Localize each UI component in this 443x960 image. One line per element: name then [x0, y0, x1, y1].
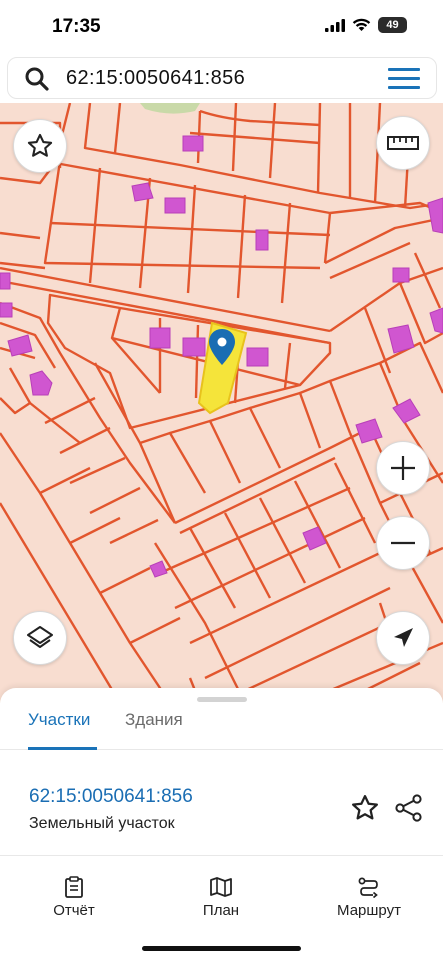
- parcel-number-link[interactable]: 62:15:0050641:856: [29, 786, 193, 808]
- status-bar: 17:35 49: [0, 0, 443, 54]
- status-icons: 49: [325, 17, 407, 33]
- search-input[interactable]: 62:15:0050641:856: [66, 67, 245, 90]
- map-canvas[interactable]: [0, 103, 443, 703]
- parcel-type: Земельный участок: [29, 815, 175, 832]
- search-icon[interactable]: [24, 66, 50, 92]
- nav-route-label: Маршрут: [337, 902, 401, 919]
- zoom-out-button[interactable]: [376, 516, 430, 570]
- bottom-navigation: Отчёт План Маршрут: [0, 866, 443, 926]
- nav-report-label: Отчёт: [53, 902, 95, 919]
- zoom-in-icon: [391, 456, 415, 480]
- nav-report[interactable]: Отчёт: [19, 866, 129, 919]
- layers-button[interactable]: [13, 611, 67, 665]
- map-plan-icon: [210, 877, 232, 897]
- ruler-button[interactable]: [376, 116, 430, 170]
- parcel-list-item[interactable]: 62:15:0050641:856 Земельный участок: [0, 760, 443, 856]
- wifi-icon: [352, 18, 371, 31]
- battery-indicator: 49: [378, 17, 407, 33]
- tab-buildings[interactable]: Здания: [125, 708, 183, 750]
- nav-route[interactable]: Маршрут: [314, 866, 424, 919]
- nav-plan[interactable]: План: [166, 866, 276, 919]
- tab-parcels[interactable]: Участки: [28, 708, 97, 750]
- locate-button[interactable]: [376, 611, 430, 665]
- zoom-in-button[interactable]: [376, 441, 430, 495]
- tab-bar: Участки Здания: [0, 708, 443, 750]
- share-icon[interactable]: [394, 793, 424, 823]
- route-icon: [358, 877, 378, 898]
- home-indicator: [142, 946, 301, 951]
- zoom-out-icon: [391, 541, 415, 545]
- status-time: 17:35: [52, 16, 101, 37]
- cellular-signal-icon: [325, 18, 345, 32]
- bottom-sheet: Участки Здания 62:15:0050641:856 Земельн…: [0, 688, 443, 960]
- ruler-icon: [387, 136, 419, 150]
- nav-plan-label: План: [202, 902, 240, 919]
- favorite-icon[interactable]: [350, 793, 380, 823]
- search-bar[interactable]: 62:15:0050641:856: [7, 57, 437, 99]
- layers-icon: [27, 626, 53, 648]
- report-icon: [65, 876, 83, 898]
- cadastral-map[interactable]: [0, 103, 443, 703]
- locate-icon: [394, 628, 413, 647]
- menu-icon[interactable]: [388, 68, 420, 90]
- drag-handle[interactable]: [197, 697, 247, 702]
- favorite-map-button[interactable]: [13, 119, 67, 173]
- favorite-icon: [27, 133, 53, 157]
